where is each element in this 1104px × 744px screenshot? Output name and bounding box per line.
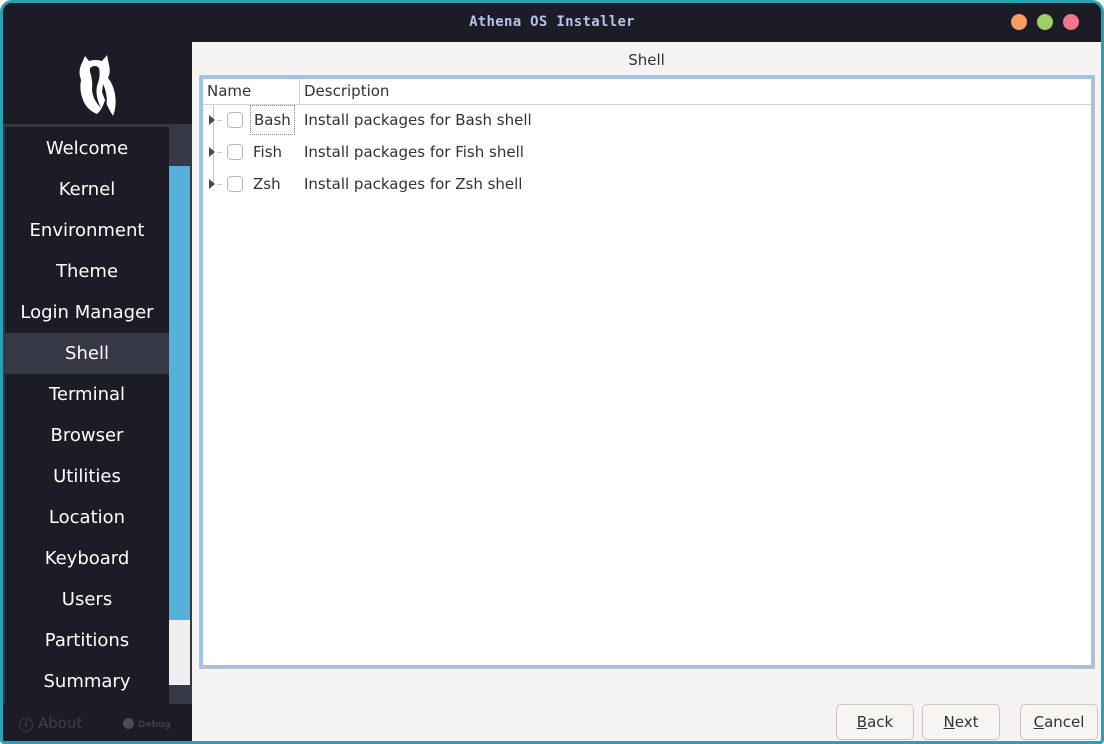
back-mnemonic: B (856, 713, 868, 731)
title-bar[interactable]: Athena OS Installer (3, 3, 1101, 42)
sidebar-scrollbar[interactable] (169, 127, 190, 704)
next-button[interactable]: Next (922, 704, 1000, 740)
tree-row[interactable]: Fish Install packages for Fish shell (203, 137, 1091, 169)
sidebar-item-shell[interactable]: Shell (5, 333, 169, 374)
row-name: Zsh (253, 175, 281, 193)
row-description: Install packages for Bash shell (304, 111, 532, 129)
column-header-name[interactable]: Name (205, 79, 300, 104)
back-label: ack (867, 713, 894, 731)
info-icon: i (19, 718, 33, 732)
expander-arrow-icon[interactable] (209, 147, 215, 157)
fish-checkbox[interactable] (227, 144, 243, 160)
about-button[interactable]: i About (19, 714, 82, 732)
sidebar-item-keyboard[interactable]: Keyboard (5, 538, 169, 579)
sidebar-item-welcome[interactable]: Welcome (5, 128, 169, 169)
sidebar-item-location[interactable]: Location (5, 497, 169, 538)
scrollbar-thumb[interactable] (169, 166, 190, 620)
nav-list: Welcome Kernel Environment Theme Login M… (5, 127, 169, 704)
sidebar-item-browser[interactable]: Browser (5, 415, 169, 456)
tree-connector (217, 184, 222, 185)
sidebar: Welcome Kernel Environment Theme Login M… (3, 42, 192, 741)
row-name: Bash (250, 105, 295, 135)
athena-owl-logo-icon (79, 55, 116, 116)
column-header-description[interactable]: Description (301, 79, 389, 104)
page-title: Shell (628, 51, 665, 69)
window-title: Athena OS Installer (469, 14, 635, 30)
debug-label: Debug (138, 720, 171, 730)
tree-header: Name Description (203, 79, 1091, 105)
maximize-button[interactable] (1037, 14, 1053, 30)
next-mnemonic: N (943, 713, 955, 731)
debug-toggle[interactable]: Debug (123, 718, 171, 730)
expander-arrow-icon[interactable] (209, 179, 215, 189)
row-name: Fish (253, 143, 283, 161)
zsh-checkbox[interactable] (227, 176, 243, 192)
tree-row[interactable]: Bash Install packages for Bash shell (203, 105, 1091, 137)
close-button[interactable] (1063, 14, 1079, 30)
sidebar-item-users[interactable]: Users (5, 579, 169, 620)
tree-row[interactable]: Zsh Install packages for Zsh shell (203, 169, 1091, 201)
next-label: ext (954, 713, 979, 731)
sidebar-item-kernel[interactable]: Kernel (5, 169, 169, 210)
nav-frame: Welcome Kernel Environment Theme Login M… (3, 124, 192, 704)
sidebar-item-summary[interactable]: Summary (5, 661, 169, 702)
sidebar-item-login-manager[interactable]: Login Manager (5, 292, 169, 333)
content-pane: Shell Name Description Bash Install pack… (192, 42, 1101, 741)
sidebar-item-terminal[interactable]: Terminal (5, 374, 169, 415)
sidebar-item-environment[interactable]: Environment (5, 210, 169, 251)
installer-window: Athena OS Installer Welcome Kernel Envir… (0, 0, 1104, 744)
sidebar-item-partitions[interactable]: Partitions (5, 620, 169, 661)
scrollbar-trough[interactable] (169, 620, 190, 685)
sidebar-item-utilities[interactable]: Utilities (5, 456, 169, 497)
row-description: Install packages for Zsh shell (304, 175, 523, 193)
expander-arrow-icon[interactable] (209, 115, 215, 125)
row-description: Install packages for Fish shell (304, 143, 524, 161)
sidebar-footer: i About Debug (3, 704, 192, 741)
tree-connector (217, 152, 222, 153)
about-label: About (38, 714, 83, 732)
cancel-button[interactable]: Cancel (1020, 704, 1098, 740)
bash-checkbox[interactable] (227, 112, 243, 128)
tree-connector (217, 120, 222, 121)
minimize-button[interactable] (1011, 14, 1027, 30)
cancel-label: ancel (1044, 713, 1085, 731)
cancel-mnemonic: C (1033, 713, 1045, 731)
back-button[interactable]: Back (836, 704, 914, 740)
toggle-knob-icon (123, 718, 134, 729)
sidebar-item-theme[interactable]: Theme (5, 251, 169, 292)
shell-tree-view[interactable]: Name Description Bash Install packages f… (199, 75, 1095, 669)
